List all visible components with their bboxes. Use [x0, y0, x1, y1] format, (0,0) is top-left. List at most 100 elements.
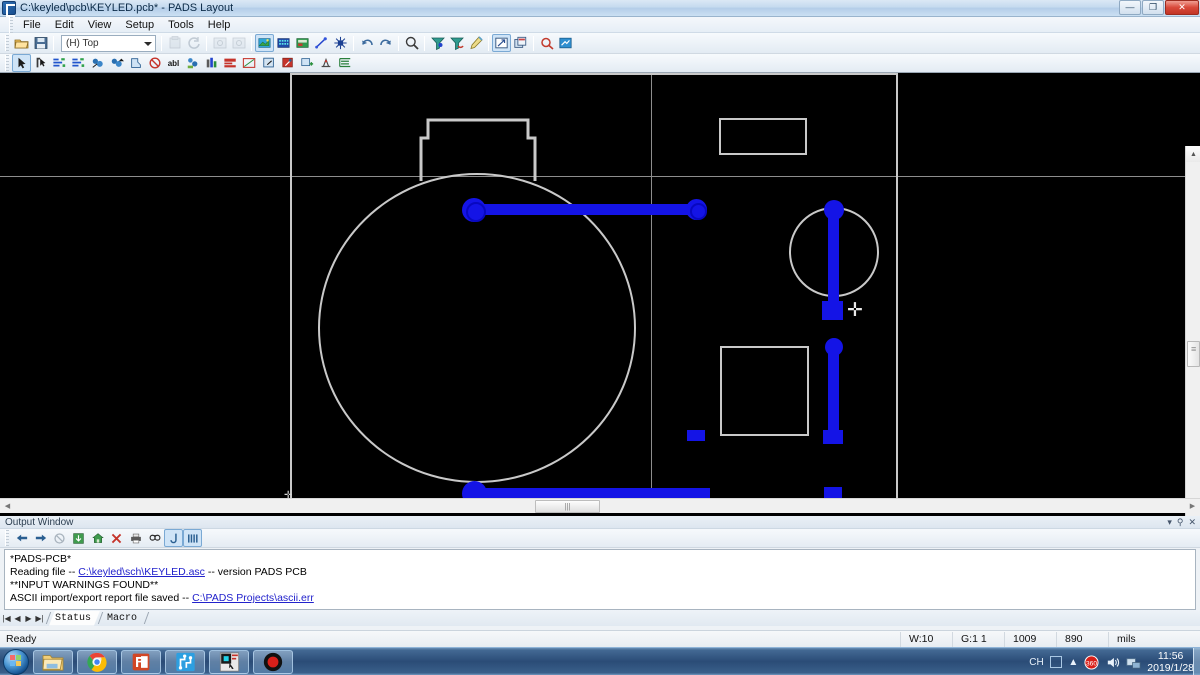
- pad-top-left[interactable]: [462, 198, 486, 222]
- log-link-source-file[interactable]: C:\keyled\sch\KEYLED.asc: [78, 566, 205, 578]
- query-icon[interactable]: [537, 34, 556, 52]
- abl-label-icon[interactable]: abl: [164, 54, 183, 72]
- move-part-icon[interactable]: [88, 54, 107, 72]
- taskbar-item-file-explorer[interactable]: [33, 649, 73, 674]
- photo-plot-2-icon[interactable]: [229, 34, 248, 52]
- pad-resistor-left[interactable]: [687, 430, 705, 441]
- refresh-icon[interactable]: [69, 529, 88, 547]
- start-orb-icon[interactable]: [3, 648, 29, 675]
- plane-area-icon[interactable]: [240, 54, 259, 72]
- select-shape-icon[interactable]: [31, 54, 50, 72]
- tab-status[interactable]: Status: [49, 611, 100, 626]
- tab-macro[interactable]: Macro: [101, 611, 146, 626]
- layer-selector[interactable]: (H) Top: [61, 34, 156, 52]
- open-folder-icon[interactable]: [12, 34, 31, 52]
- swap-part-icon[interactable]: [107, 54, 126, 72]
- pad-transistor-lower[interactable]: [825, 338, 843, 356]
- scroll-right-arrow-icon[interactable]: ▶: [1185, 499, 1200, 513]
- dimension-icon[interactable]: [202, 54, 221, 72]
- copper-trace-vertical-upper[interactable]: [828, 208, 839, 313]
- output-toolbar-grip[interactable]: [5, 530, 9, 546]
- home-icon[interactable]: [88, 529, 107, 547]
- filter-bottom-icon[interactable]: [447, 34, 466, 52]
- minimize-button[interactable]: —: [1119, 0, 1141, 15]
- log-link-error-file[interactable]: C:\PADS Projects\ascii.err: [192, 592, 314, 604]
- pcb-canvas[interactable]: ✛ ✛: [0, 73, 1185, 498]
- taskbar-item-pads-layout[interactable]: [209, 649, 249, 674]
- output-window-log[interactable]: *PADS-PCB* Reading file -- C:\keyled\sch…: [4, 549, 1196, 610]
- ime-language-label[interactable]: CH: [1029, 657, 1043, 668]
- taskbar-item-powerpoint[interactable]: [121, 649, 161, 674]
- print-icon[interactable]: [126, 529, 145, 547]
- print-preview-icon[interactable]: [165, 34, 184, 52]
- taskbar-item-pads-logic[interactable]: [165, 649, 205, 674]
- test-point-icon[interactable]: [316, 54, 335, 72]
- back-arrow-icon[interactable]: [12, 529, 31, 547]
- split-plane-icon[interactable]: [331, 34, 350, 52]
- scroll-up-arrow-icon[interactable]: ▲: [1186, 146, 1200, 162]
- filter-top-icon[interactable]: [428, 34, 447, 52]
- drc-check-icon[interactable]: [278, 54, 297, 72]
- menu-grip[interactable]: [9, 16, 13, 33]
- copy-window-icon[interactable]: [511, 34, 530, 52]
- tab-prev-button[interactable]: ◀: [13, 614, 22, 623]
- tab-first-button[interactable]: |◀: [2, 614, 11, 623]
- ime-status-icon[interactable]: [1049, 656, 1063, 668]
- stop-icon[interactable]: [50, 529, 69, 547]
- photo-plot-icon[interactable]: [210, 34, 229, 52]
- wrap-text-icon[interactable]: [164, 529, 183, 547]
- menu-item-setup[interactable]: Setup: [118, 18, 161, 32]
- pad-top-right[interactable]: [686, 199, 707, 220]
- grid-indicator[interactable]: G:1 1: [952, 631, 1004, 647]
- horizontal-scroll-thumb[interactable]: |||: [535, 500, 600, 513]
- volume-icon[interactable]: [1105, 655, 1120, 670]
- menu-item-view[interactable]: View: [81, 18, 119, 32]
- width-indicator[interactable]: W:10: [900, 631, 952, 647]
- selection-mode-icon[interactable]: [492, 34, 511, 52]
- layer-list-icon[interactable]: [335, 54, 354, 72]
- close-icon[interactable]: ✕: [1188, 517, 1196, 528]
- route-manual-icon[interactable]: [50, 54, 69, 72]
- copper-trace-bottom[interactable]: [474, 488, 707, 498]
- plane-layer-icon[interactable]: [293, 34, 312, 52]
- network-icon[interactable]: [1126, 655, 1141, 670]
- close-button[interactable]: ✕: [1165, 0, 1199, 15]
- no-route-icon[interactable]: [145, 54, 164, 72]
- pin-icon[interactable]: ⚲: [1177, 517, 1184, 528]
- units-indicator[interactable]: mils: [1108, 631, 1160, 647]
- menu-item-tools[interactable]: Tools: [161, 18, 201, 32]
- route-bus-icon[interactable]: [69, 54, 88, 72]
- pad-vertical-top[interactable]: [824, 200, 844, 220]
- drafting-icon[interactable]: [274, 34, 293, 52]
- copper-trace-top[interactable]: [474, 204, 696, 215]
- refresh-icon[interactable]: [184, 34, 203, 52]
- highlight-icon[interactable]: [466, 34, 485, 52]
- silk-rect-top[interactable]: [719, 118, 807, 155]
- undo-icon[interactable]: [357, 34, 376, 52]
- pad-bottom-right[interactable]: [694, 488, 710, 498]
- maximize-button[interactable]: ❐: [1142, 0, 1164, 15]
- board-outline-icon[interactable]: [259, 54, 278, 72]
- copper-pour-icon[interactable]: [221, 54, 240, 72]
- rotate-part-icon[interactable]: [126, 54, 145, 72]
- select-arrow-icon[interactable]: [12, 54, 31, 72]
- taskbar-item-screen-recorder[interactable]: [253, 649, 293, 674]
- canvas-horizontal-scrollbar[interactable]: ◀ ||| ▶: [0, 498, 1200, 513]
- save-disk-icon[interactable]: [31, 34, 50, 52]
- forward-arrow-icon[interactable]: [31, 529, 50, 547]
- add-component-icon[interactable]: [297, 54, 316, 72]
- menu-item-help[interactable]: Help: [201, 18, 238, 32]
- dropdown-icon[interactable]: ▾: [1167, 517, 1172, 528]
- taskbar-item-google-chrome[interactable]: [77, 649, 117, 674]
- silk-tab-outline[interactable]: [419, 118, 537, 183]
- vertical-scroll-thumb[interactable]: [1187, 341, 1200, 367]
- route-trace-icon[interactable]: [312, 34, 331, 52]
- tab-last-button[interactable]: ▶|: [35, 614, 44, 623]
- menu-item-edit[interactable]: Edit: [48, 18, 81, 32]
- pcb-design-icon[interactable]: [255, 34, 274, 52]
- redo-icon[interactable]: [376, 34, 395, 52]
- menu-item-file[interactable]: File: [16, 18, 48, 32]
- toolbar-grip[interactable]: [5, 35, 9, 51]
- design-toolbar-grip[interactable]: [5, 55, 9, 71]
- columns-icon[interactable]: [183, 529, 202, 547]
